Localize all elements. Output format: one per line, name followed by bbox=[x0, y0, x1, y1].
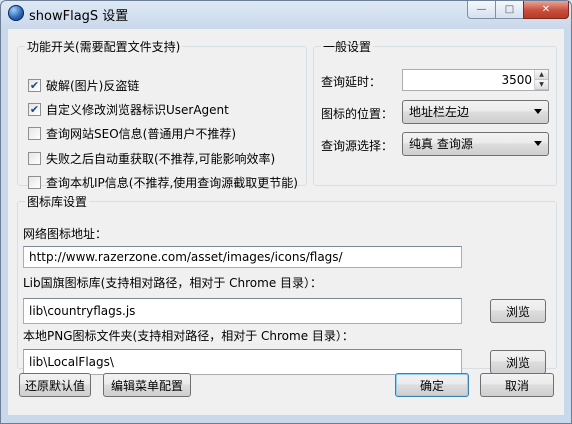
feature-localip-checkbox[interactable] bbox=[28, 175, 41, 189]
feature-useragent-checkbox[interactable]: ✔ bbox=[28, 102, 41, 116]
feature-localip-label: 查询本机IP信息(不推荐,使用查询源截取更节能) bbox=[46, 175, 298, 190]
maximize-button[interactable]: □ bbox=[495, 1, 524, 19]
iconlib-legend: 图标库设置 bbox=[27, 195, 88, 209]
dialog-body: 功能开关(需要配置文件支持) ✔ 破解(图片)反盗链 ✔ 自定义修改浏览器标识U… bbox=[8, 29, 564, 415]
close-button[interactable]: ✕ bbox=[523, 1, 569, 19]
feature-seo-row[interactable]: 查询网站SEO信息(普通用户不推荐) bbox=[28, 124, 236, 142]
title-bar[interactable]: showFlagS 设置 — □ ✕ bbox=[1, 1, 571, 27]
position-value: 地址栏左边 bbox=[409, 105, 470, 119]
delay-value: 3500 bbox=[501, 73, 532, 87]
features-legend: 功能开关(需要配置文件支持) bbox=[27, 40, 181, 54]
features-group: 功能开关(需要配置文件支持) ✔ 破解(图片)反盗链 ✔ 自定义修改浏览器标识U… bbox=[17, 38, 307, 190]
settings-window: showFlagS 设置 — □ ✕ 功能开关(需要配置文件支持) ✔ 破解(图… bbox=[0, 0, 572, 424]
local-folder-input[interactable]: lib\LocalFlags\ bbox=[23, 349, 462, 375]
app-globe-icon bbox=[8, 5, 24, 21]
feature-antihotlink-label: 破解(图片)反盗链 bbox=[46, 78, 140, 93]
restore-defaults-button[interactable]: 还原默认值 bbox=[19, 373, 91, 397]
feature-seo-checkbox[interactable] bbox=[28, 126, 41, 140]
icon-url-label: 网络图标地址： bbox=[23, 227, 108, 241]
source-value: 纯真 查询源 bbox=[409, 137, 473, 151]
general-legend: 一般设置 bbox=[323, 40, 372, 54]
feature-retry-checkbox[interactable] bbox=[28, 151, 41, 165]
lib-browse-button[interactable]: 浏览 bbox=[490, 299, 546, 323]
feature-antihotlink-checkbox[interactable]: ✔ bbox=[28, 78, 41, 92]
feature-retry-label: 失败之后自动重获取(不推荐,可能影响效率) bbox=[46, 151, 276, 166]
lib-path-input[interactable]: lib\countryflags.js bbox=[23, 298, 462, 324]
cancel-button[interactable]: 取消 bbox=[480, 373, 554, 397]
feature-useragent-label: 自定义修改浏览器标识UserAgent bbox=[46, 102, 229, 117]
feature-seo-label: 查询网站SEO信息(普通用户不推荐) bbox=[46, 126, 237, 141]
delay-label: 查询延时： bbox=[321, 75, 382, 89]
delay-spinner-arrows: ▲ ▼ bbox=[534, 70, 548, 90]
local-folder-label: 本地PNG图标文件夹(支持相对路径，相对于 Chrome 目录）： bbox=[23, 329, 354, 343]
spin-down-icon[interactable]: ▼ bbox=[535, 80, 548, 90]
position-label: 图标的位置： bbox=[321, 107, 394, 121]
position-select[interactable]: 地址栏左边 bbox=[402, 100, 549, 124]
window-title: showFlagS 设置 bbox=[29, 9, 129, 24]
lib-path-label: Lib国旗图标库(支持相对路径，相对于 Chrome 目录）： bbox=[23, 276, 323, 290]
chevron-down-icon bbox=[534, 109, 542, 114]
edit-menu-config-button[interactable]: 编辑菜单配置 bbox=[103, 373, 191, 397]
delay-spinner[interactable]: 3500 ▲ ▼ bbox=[402, 69, 549, 91]
local-browse-button[interactable]: 浏览 bbox=[490, 350, 546, 374]
feature-useragent-row[interactable]: ✔ 自定义修改浏览器标识UserAgent bbox=[28, 100, 229, 118]
chevron-down-icon bbox=[534, 141, 542, 146]
icon-url-input[interactable]: http://www.razerzone.com/asset/images/ic… bbox=[23, 246, 462, 268]
feature-retry-row[interactable]: 失败之后自动重获取(不推荐,可能影响效率) bbox=[28, 149, 275, 167]
spin-up-icon[interactable]: ▲ bbox=[535, 70, 548, 80]
iconlib-group: 图标库设置 网络图标地址： http://www.razerzone.com/a… bbox=[17, 193, 557, 375]
general-group: 一般设置 查询延时： 3500 ▲ ▼ 图标的位置： 地址栏左边 查询源选择： … bbox=[313, 38, 557, 186]
feature-localip-row[interactable]: 查询本机IP信息(不推荐,使用查询源截取更节能) bbox=[28, 173, 298, 191]
source-select[interactable]: 纯真 查询源 bbox=[402, 132, 549, 156]
feature-antihotlink-row[interactable]: ✔ 破解(图片)反盗链 bbox=[28, 76, 139, 94]
ok-button[interactable]: 确定 bbox=[395, 373, 469, 397]
source-label: 查询源选择： bbox=[321, 139, 394, 153]
minimize-button[interactable]: — bbox=[467, 1, 496, 19]
